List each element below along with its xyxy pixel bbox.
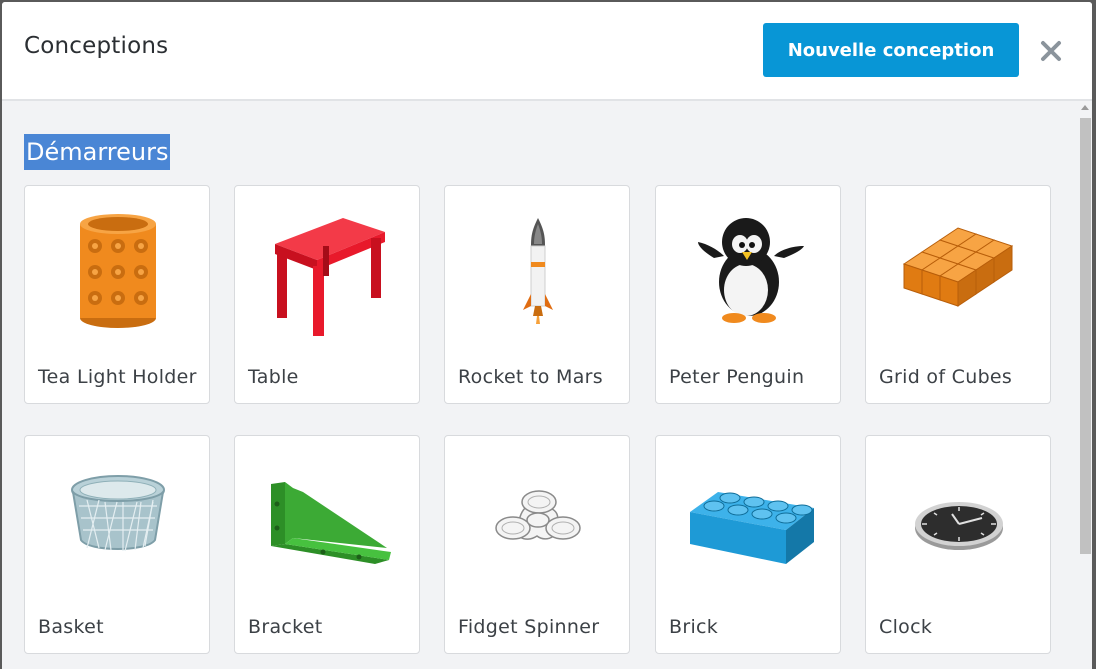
starter-card-rocket-to-mars[interactable]: Rocket to Mars <box>444 185 630 404</box>
close-icon[interactable] <box>1035 35 1067 67</box>
dialog-title: Conceptions <box>24 33 169 59</box>
scroll-up-arrow-icon[interactable] <box>1081 105 1089 110</box>
penguin-icon <box>698 218 804 323</box>
starter-card-label: Grid of Cubes <box>879 366 1013 388</box>
starter-card-peter-penguin[interactable]: Peter Penguin <box>655 185 841 404</box>
table-icon <box>275 218 385 336</box>
rocket-icon <box>523 218 553 324</box>
grid-of-cubes-icon <box>902 227 1014 307</box>
basket-icon <box>71 475 165 552</box>
starter-card-brick[interactable]: Brick <box>655 435 841 654</box>
starter-card-fidget-spinner[interactable]: Fidget Spinner <box>444 435 630 654</box>
starter-card-label: Basket <box>38 616 104 638</box>
dialog-content: Démarreurs Tea Light Holder Table Rocket… <box>2 101 1092 669</box>
starter-card-label: Peter Penguin <box>669 366 805 388</box>
bracket-icon <box>271 482 391 564</box>
dialog-header: Conceptions Nouvelle conception <box>2 2 1092 101</box>
fidget-spinner-icon <box>495 490 581 540</box>
section-heading: Démarreurs <box>24 134 171 170</box>
starter-card-label: Tea Light Holder <box>38 366 197 388</box>
starter-card-table[interactable]: Table <box>234 185 420 404</box>
starter-card-label: Brick <box>669 616 719 638</box>
fidget-spinner-thumbnail <box>445 436 631 606</box>
starter-card-label: Table <box>248 366 299 388</box>
starter-card-label: Fidget Spinner <box>458 616 600 638</box>
starter-card-bracket[interactable]: Bracket <box>234 435 420 654</box>
clock-icon <box>915 502 1003 550</box>
brick-icon <box>690 492 814 564</box>
table-thumbnail <box>235 186 421 356</box>
grid-of-cubes-thumbnail <box>866 186 1052 356</box>
basket-thumbnail <box>25 436 211 606</box>
vertical-scrollbar[interactable] <box>1078 101 1092 669</box>
peter-penguin-thumbnail <box>656 186 842 356</box>
tea-light-holder-thumbnail <box>25 186 211 356</box>
starter-card-tea-light-holder[interactable]: Tea Light Holder <box>24 185 210 404</box>
starter-card-label: Clock <box>879 616 933 638</box>
starter-card-basket[interactable]: Basket <box>24 435 210 654</box>
bracket-thumbnail <box>235 436 421 606</box>
starter-card-clock[interactable]: Clock <box>865 435 1051 654</box>
starter-card-grid-of-cubes[interactable]: Grid of Cubes <box>865 185 1051 404</box>
brick-thumbnail <box>656 436 842 606</box>
starter-card-label: Rocket to Mars <box>458 366 603 388</box>
designs-dialog: Conceptions Nouvelle conception Démarreu… <box>2 2 1092 669</box>
rocket-to-mars-thumbnail <box>445 186 631 356</box>
starter-card-label: Bracket <box>248 616 323 638</box>
clock-thumbnail <box>866 436 1052 606</box>
new-design-button[interactable]: Nouvelle conception <box>763 23 1019 77</box>
scrollbar-thumb[interactable] <box>1080 118 1091 554</box>
tea-light-holder-icon <box>80 214 156 328</box>
